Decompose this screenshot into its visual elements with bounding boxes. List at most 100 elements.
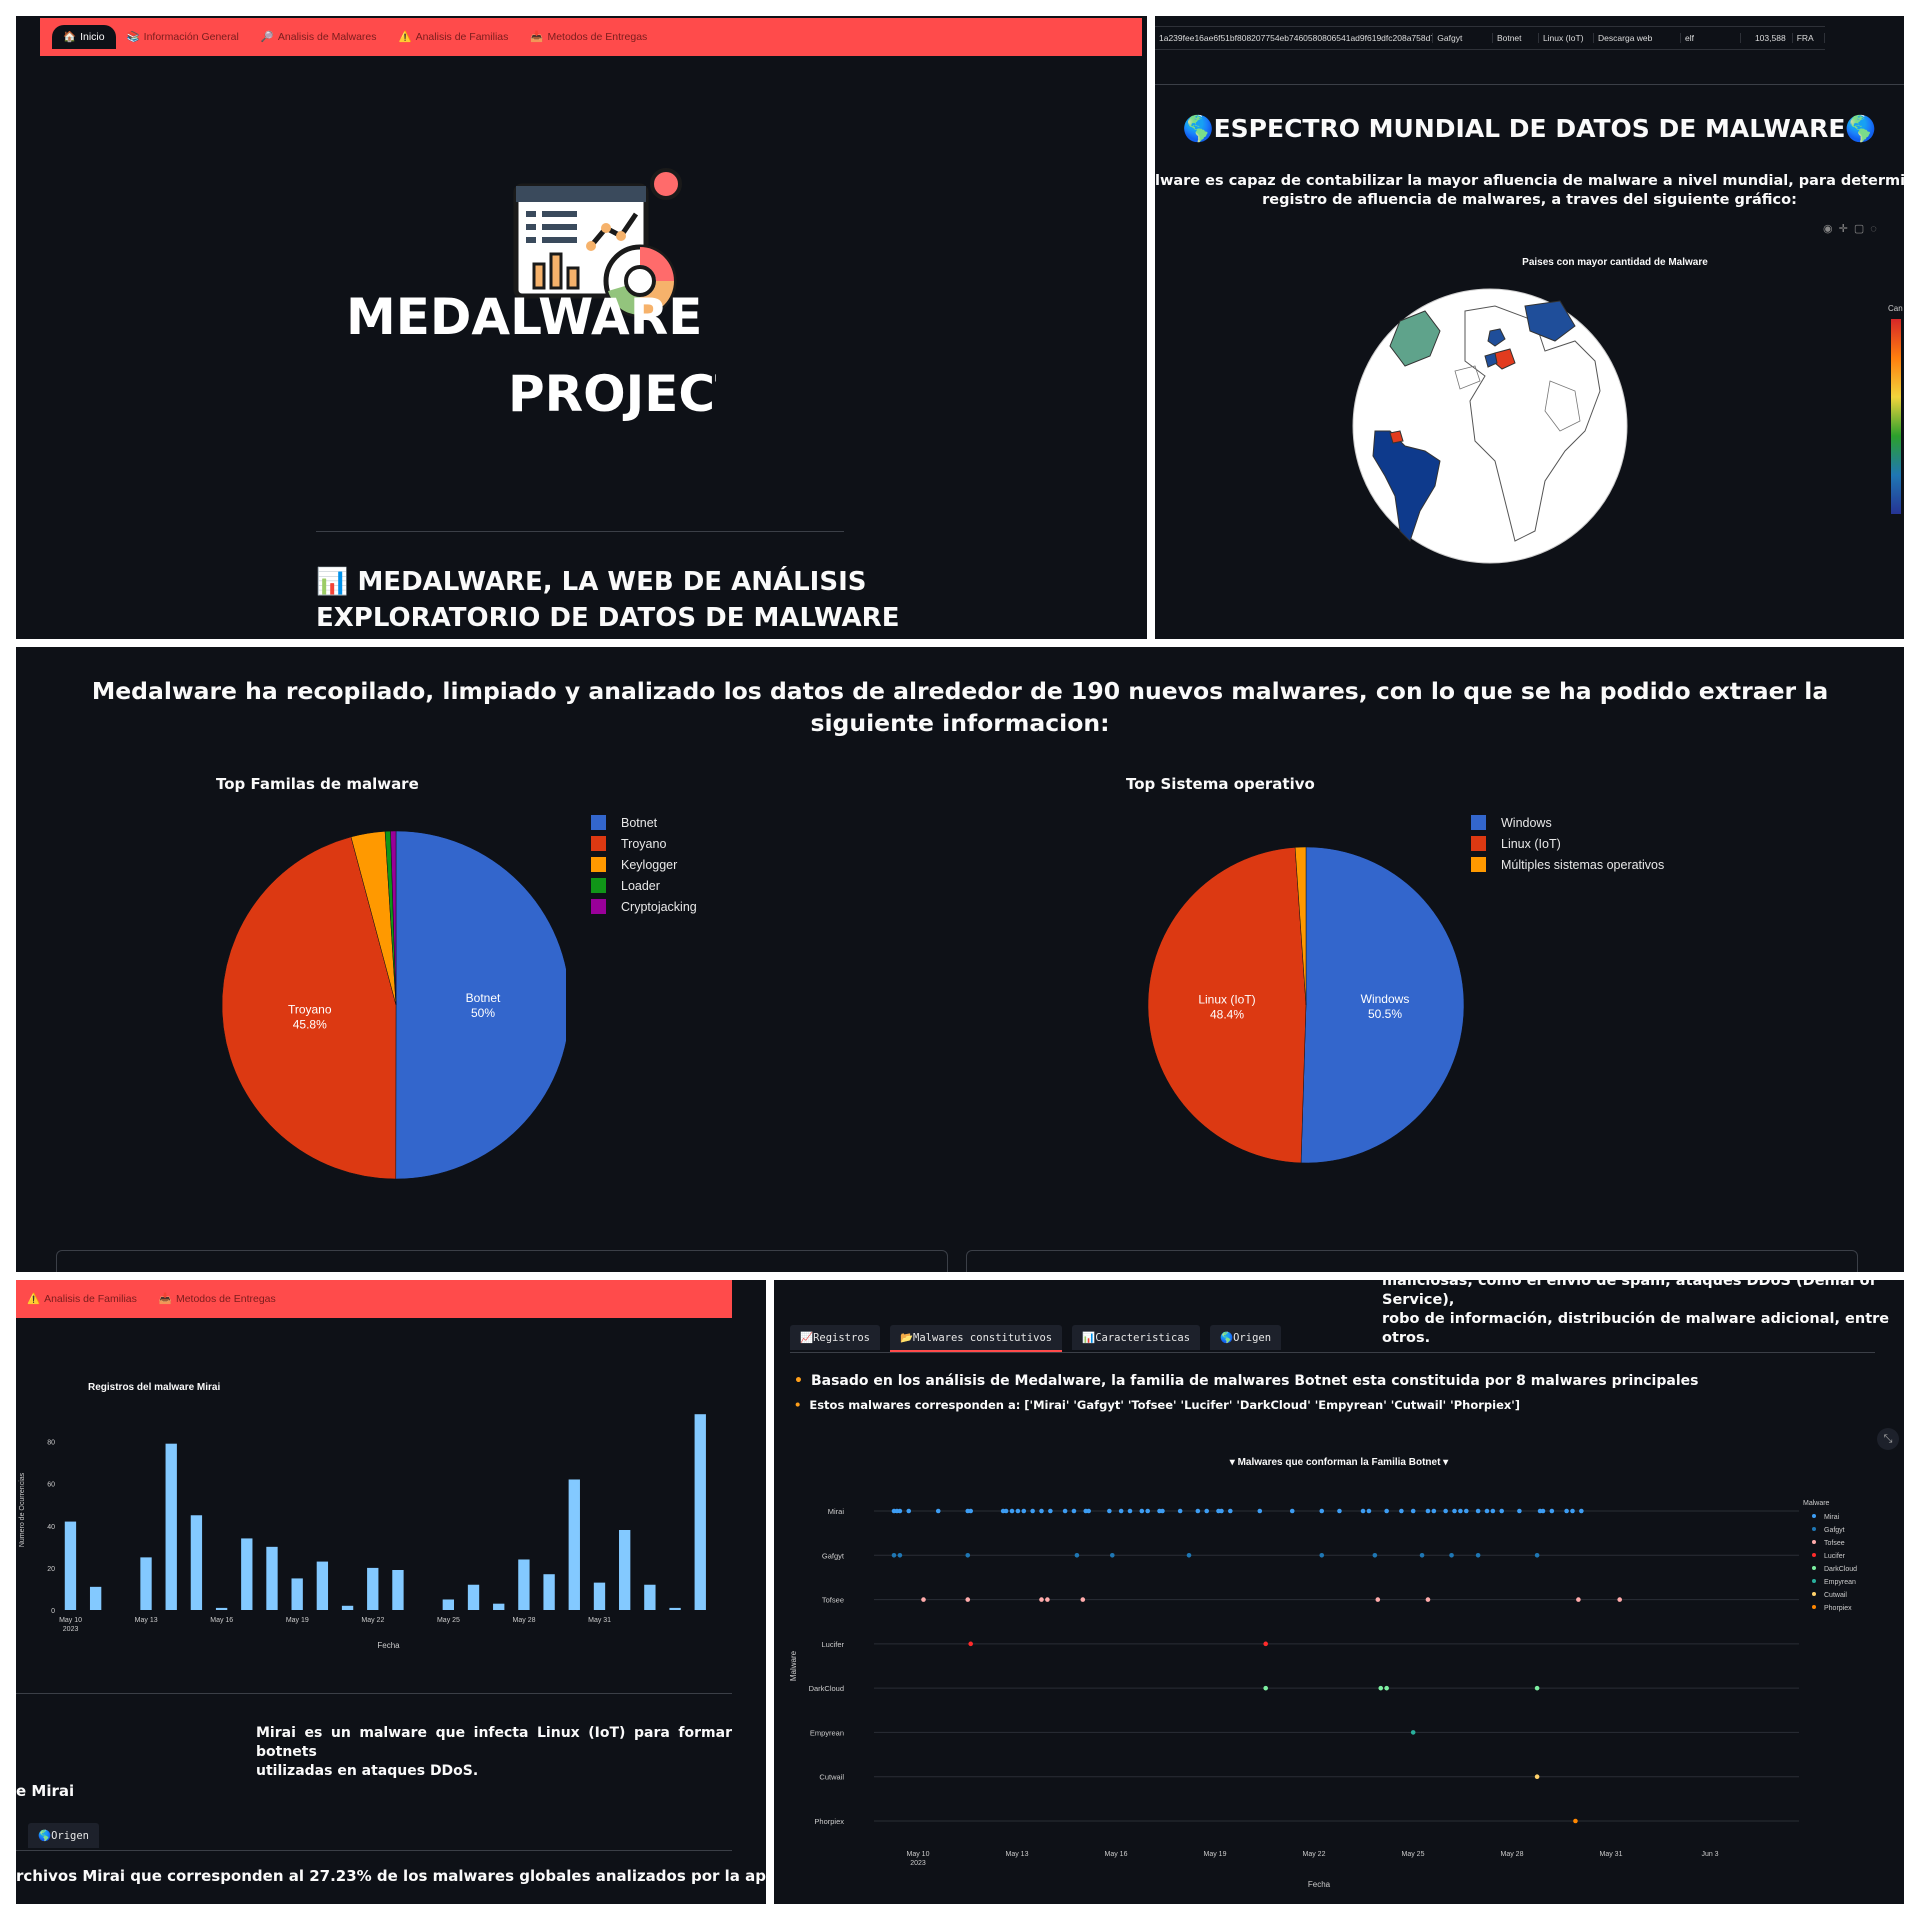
legend-item[interactable]: Troyano bbox=[591, 836, 697, 851]
legend-item[interactable]: Múltiples sistemas operativos bbox=[1471, 857, 1664, 872]
bar[interactable] bbox=[215, 1607, 228, 1610]
scatter-point[interactable] bbox=[1228, 1508, 1233, 1514]
scatter-point[interactable] bbox=[1118, 1508, 1124, 1514]
scatter-point[interactable] bbox=[1425, 1508, 1431, 1514]
scatter-point[interactable] bbox=[1517, 1508, 1522, 1514]
legend-item[interactable]: Botnet bbox=[591, 815, 697, 830]
bar[interactable] bbox=[669, 1607, 681, 1610]
legend-label[interactable]: Empyrean bbox=[1824, 1579, 1856, 1586]
scatter-point[interactable] bbox=[1458, 1508, 1463, 1514]
scatter-point[interactable] bbox=[935, 1508, 941, 1514]
nav-item-metodos-de-entregas[interactable]: 📥 Metodos de Entregas bbox=[148, 1287, 287, 1311]
bar[interactable] bbox=[493, 1603, 505, 1610]
scatter-point[interactable] bbox=[1319, 1508, 1325, 1514]
bar[interactable] bbox=[165, 1443, 177, 1610]
bar[interactable] bbox=[518, 1559, 530, 1610]
expander-left[interactable] bbox=[56, 1250, 948, 1272]
scatter-point[interactable] bbox=[1074, 1552, 1080, 1558]
bar[interactable] bbox=[190, 1515, 203, 1610]
scatter-point[interactable] bbox=[1372, 1552, 1378, 1558]
legend-item[interactable]: Windows bbox=[1471, 815, 1664, 830]
bar[interactable] bbox=[392, 1570, 404, 1610]
scatter-point[interactable] bbox=[1219, 1508, 1224, 1514]
scatter-point[interactable] bbox=[1410, 1730, 1416, 1735]
bar[interactable] bbox=[140, 1557, 152, 1610]
scatter-point[interactable] bbox=[1484, 1508, 1490, 1514]
scatter-point[interactable] bbox=[1425, 1597, 1431, 1602]
scatter-point[interactable] bbox=[1576, 1597, 1581, 1602]
scatter-point[interactable] bbox=[1021, 1508, 1027, 1514]
nav-item-analisis-de-familias[interactable]: ⚠️ Analisis de Familias bbox=[388, 25, 520, 49]
nav-item-informaci-n-general[interactable]: 📚 Información General bbox=[116, 25, 250, 49]
scatter-point[interactable] bbox=[906, 1508, 912, 1514]
scatter-point[interactable] bbox=[1452, 1508, 1457, 1514]
scatter-point[interactable] bbox=[1549, 1508, 1555, 1514]
scatter-point[interactable] bbox=[1110, 1552, 1115, 1558]
scatter-point[interactable] bbox=[1127, 1508, 1133, 1514]
scatter-point[interactable] bbox=[1360, 1508, 1366, 1514]
scatter-point[interactable] bbox=[1080, 1597, 1086, 1602]
scatter-point[interactable] bbox=[1289, 1508, 1295, 1514]
scatter-point[interactable] bbox=[1160, 1508, 1165, 1514]
family-pie-chart[interactable]: Botnet50% Troyano45.8% bbox=[166, 822, 566, 1202]
scatter-point[interactable] bbox=[1071, 1508, 1077, 1514]
scatter-point[interactable] bbox=[1257, 1508, 1263, 1514]
legend-label[interactable]: Mirai bbox=[1824, 1514, 1840, 1521]
scatter-point[interactable] bbox=[1030, 1508, 1035, 1514]
scatter-point[interactable] bbox=[1145, 1508, 1150, 1514]
scatter-point[interactable] bbox=[1048, 1508, 1053, 1514]
scatter-point[interactable] bbox=[1573, 1818, 1578, 1824]
bar[interactable] bbox=[241, 1538, 253, 1610]
legend-label[interactable]: Tofsee bbox=[1824, 1540, 1845, 1547]
scatter-point[interactable] bbox=[1045, 1597, 1050, 1602]
legend-label[interactable]: Phorpiex bbox=[1824, 1605, 1852, 1612]
scatter-point[interactable] bbox=[1410, 1508, 1416, 1514]
tab-origen[interactable]: 🌎Origen bbox=[28, 1823, 100, 1848]
scatter-point[interactable] bbox=[1086, 1508, 1091, 1514]
scatter-point[interactable] bbox=[1570, 1508, 1575, 1514]
legend-label[interactable]: DarkCloud bbox=[1824, 1566, 1857, 1573]
legend-label[interactable]: Cutwail bbox=[1824, 1592, 1847, 1599]
camera-icon[interactable]: ◉ bbox=[1823, 223, 1839, 235]
scatter-point[interactable] bbox=[1015, 1508, 1021, 1514]
scatter-point[interactable] bbox=[1062, 1508, 1068, 1514]
scatter-point[interactable] bbox=[1490, 1508, 1496, 1514]
scatter-point[interactable] bbox=[1540, 1508, 1546, 1514]
scatter-point[interactable] bbox=[1263, 1685, 1268, 1691]
scatter-point[interactable] bbox=[1617, 1597, 1622, 1602]
bar[interactable] bbox=[89, 1586, 102, 1610]
scatter-point[interactable] bbox=[1195, 1508, 1201, 1514]
scatter-point[interactable] bbox=[968, 1508, 973, 1514]
box-select-icon[interactable]: ▢ bbox=[1854, 223, 1870, 235]
scatter-point[interactable] bbox=[1449, 1552, 1454, 1558]
scatter-point[interactable] bbox=[1443, 1508, 1448, 1514]
scatter-point[interactable] bbox=[1319, 1552, 1325, 1558]
bar[interactable] bbox=[266, 1546, 278, 1610]
scatter-point[interactable] bbox=[968, 1641, 973, 1647]
legend-item[interactable]: Cryptojacking bbox=[591, 899, 697, 914]
scatter-point[interactable] bbox=[1378, 1685, 1384, 1691]
tab-1[interactable]: 📂Malwares constitutivos bbox=[889, 1325, 1063, 1352]
scatter-point[interactable] bbox=[1009, 1508, 1015, 1514]
scatter-point[interactable] bbox=[1039, 1508, 1044, 1514]
scatter-point[interactable] bbox=[1419, 1552, 1425, 1558]
scatter-point[interactable] bbox=[1399, 1508, 1404, 1514]
scatter-point[interactable] bbox=[1177, 1508, 1183, 1514]
mirai-bar-chart[interactable]: Registros del malware Mirai 0 20 40 60 80 May … bbox=[16, 1370, 736, 1650]
bar[interactable] bbox=[694, 1414, 706, 1610]
scatter-point[interactable] bbox=[1475, 1508, 1481, 1514]
scatter-point[interactable] bbox=[891, 1552, 897, 1558]
scatter-point[interactable] bbox=[1475, 1552, 1481, 1558]
scatter-point[interactable] bbox=[1139, 1508, 1145, 1514]
scatter-point[interactable] bbox=[1464, 1508, 1469, 1514]
plot-toolbar[interactable]: ◉✛▢◌ bbox=[1823, 222, 1883, 235]
nav-item-metodos-de-entregas[interactable]: 📥 Metodos de Entregas bbox=[519, 25, 658, 49]
scatter-point[interactable] bbox=[1579, 1508, 1584, 1514]
scatter-point[interactable] bbox=[897, 1508, 903, 1514]
tab-2[interactable]: 📊Caracteristicas bbox=[1072, 1325, 1201, 1350]
scatter-point[interactable] bbox=[1499, 1508, 1504, 1514]
scatter-point[interactable] bbox=[1431, 1508, 1437, 1514]
bar[interactable] bbox=[543, 1574, 555, 1610]
bar[interactable] bbox=[341, 1605, 354, 1610]
scatter-point[interactable] bbox=[965, 1552, 971, 1558]
